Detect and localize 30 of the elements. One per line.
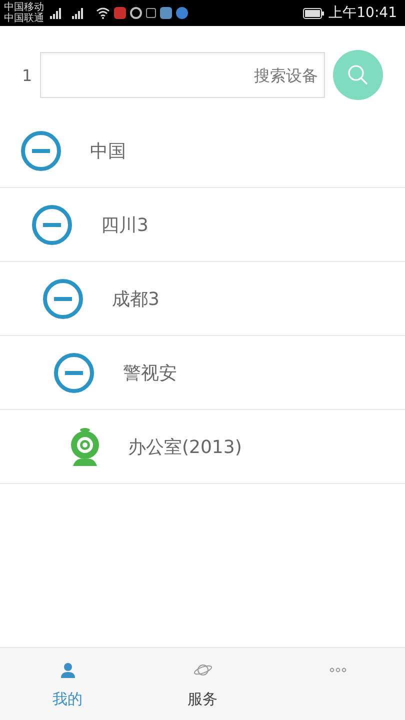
app-icon — [130, 7, 142, 19]
nav-tab[interactable]: 我的 — [0, 648, 135, 720]
tree-item-label: 中国 — [90, 140, 126, 162]
collapse-icon[interactable] — [31, 204, 73, 246]
wifi-icon — [96, 7, 110, 19]
planet-icon — [192, 662, 212, 678]
search-field[interactable]: 搜索设备 — [40, 52, 325, 98]
battery-icon — [302, 8, 325, 18]
tree-item-label: 办公室(2013) — [128, 436, 242, 458]
tree-item[interactable]: 警视安 — [0, 336, 405, 410]
collapse-icon[interactable] — [53, 352, 95, 394]
app-icon — [176, 7, 188, 19]
carrier-name: 中国移动 — [4, 2, 44, 13]
tree-item[interactable]: 中国 — [0, 114, 405, 188]
search-icon — [346, 63, 370, 87]
nav-tab[interactable]: 服务 — [135, 648, 270, 720]
clock-time: 上午10:41 — [328, 4, 397, 22]
tree-item[interactable]: 四川3 — [0, 188, 405, 262]
collapse-icon[interactable] — [42, 278, 84, 320]
carrier-name: 中国联通 — [4, 13, 44, 24]
app-icon — [114, 7, 126, 19]
tree-item-label: 警视安 — [123, 362, 177, 384]
result-count: 1 — [22, 66, 34, 84]
tree-item-label: 四川3 — [101, 214, 148, 236]
app-icon — [160, 7, 172, 19]
tree-item[interactable]: 成都3 — [0, 262, 405, 336]
tree-item[interactable]: 办公室(2013) — [0, 410, 405, 484]
tree-item-label: 成都3 — [112, 288, 160, 310]
person-icon — [60, 662, 76, 678]
collapse-icon[interactable] — [20, 130, 62, 172]
